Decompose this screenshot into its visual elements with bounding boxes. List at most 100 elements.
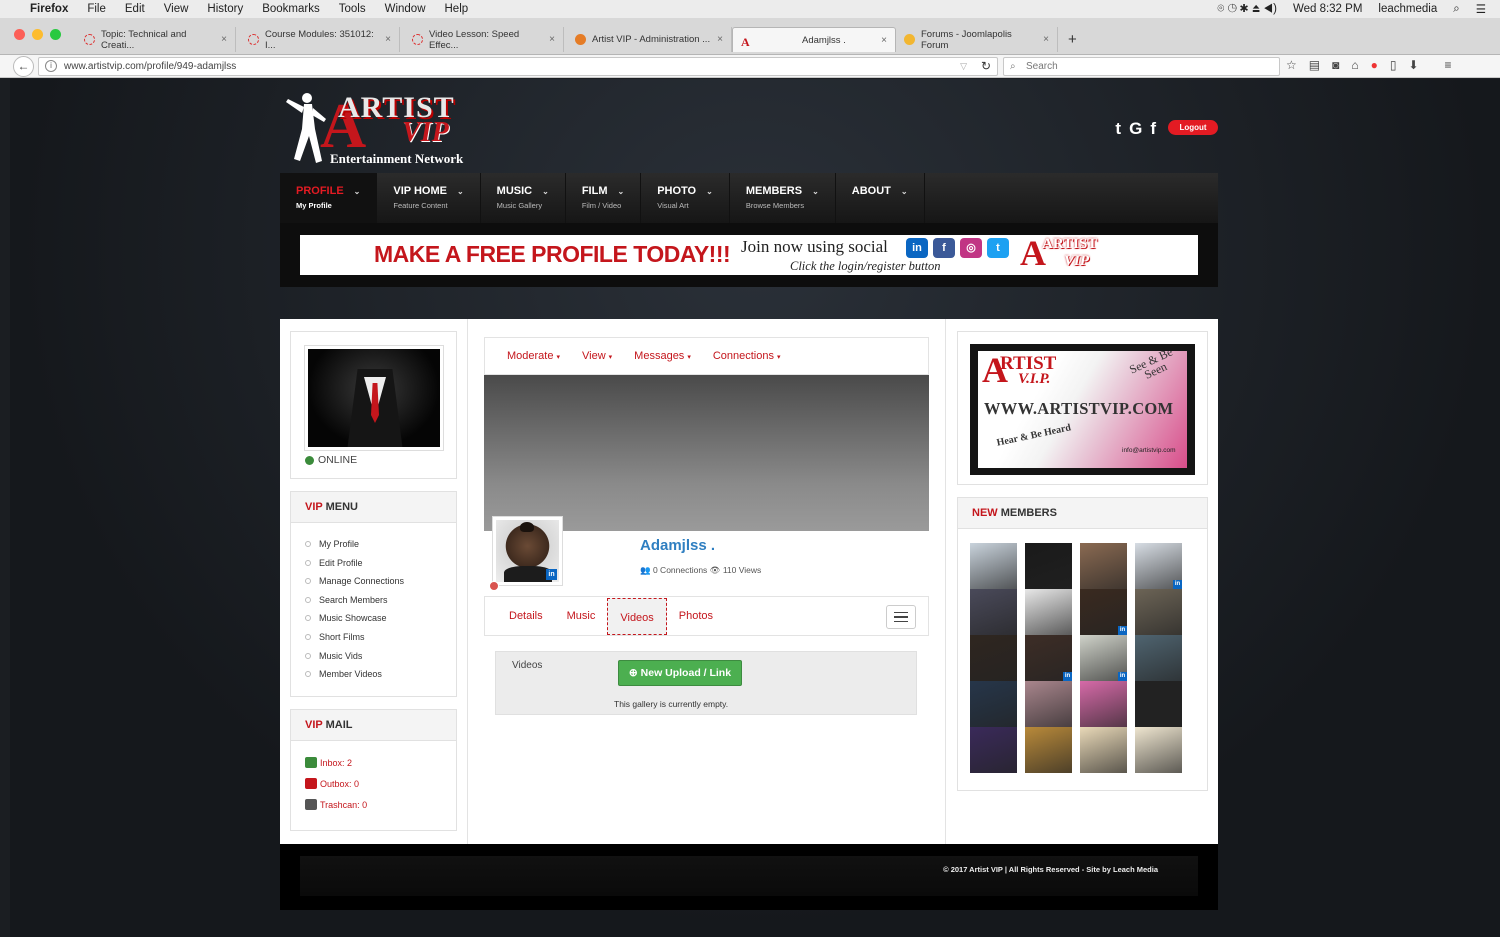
action-moderate[interactable]: Moderate ▾ bbox=[507, 350, 560, 374]
action-messages[interactable]: Messages ▾ bbox=[634, 350, 691, 374]
artistvip-advert[interactable]: A RTIST V.I.P. See & Be Seen WWW.ARTISTV… bbox=[970, 344, 1195, 475]
tabs-menu-button[interactable] bbox=[886, 605, 916, 629]
close-tab-icon[interactable]: × bbox=[717, 34, 723, 45]
nav-item-vip-home[interactable]: VIP HOME ⌄ Feature Content bbox=[377, 173, 481, 223]
new-tab-button[interactable]: + bbox=[1060, 27, 1084, 52]
browser-tab[interactable]: A Adamjlss . × bbox=[732, 27, 896, 52]
download-icon[interactable]: ⬇ bbox=[1408, 58, 1418, 72]
facebook-icon[interactable]: f bbox=[1150, 119, 1156, 139]
member-thumbnail[interactable]: in bbox=[1025, 635, 1072, 681]
member-thumbnail[interactable] bbox=[970, 635, 1017, 681]
nav-item-film[interactable]: FILM ⌄ Film / Video bbox=[566, 173, 642, 223]
vip-menu-item[interactable]: Search Members bbox=[305, 595, 456, 605]
clipboard-icon[interactable]: ▯ bbox=[1390, 58, 1397, 72]
reload-icon[interactable]: ↻ bbox=[981, 58, 991, 75]
user-avatar[interactable] bbox=[305, 346, 443, 450]
reader-icon[interactable]: ▤ bbox=[1309, 58, 1320, 72]
vip-menu-item[interactable]: Manage Connections bbox=[305, 576, 456, 586]
tab-videos[interactable]: Videos bbox=[607, 598, 667, 635]
vip-menu-item[interactable]: Music Showcase bbox=[305, 613, 456, 623]
member-thumbnail[interactable] bbox=[1135, 727, 1182, 773]
extension-icon[interactable]: ● bbox=[1371, 58, 1378, 72]
menu-view[interactable]: View bbox=[164, 3, 189, 15]
promo-banner[interactable]: MAKE A FREE PROFILE TODAY!!! Join now us… bbox=[300, 233, 1198, 275]
menu-tools[interactable]: Tools bbox=[339, 3, 366, 15]
menu-icon[interactable]: ≡ bbox=[1445, 58, 1452, 72]
menu-file[interactable]: File bbox=[87, 3, 106, 15]
address-bar[interactable]: i www.artistvip.com/profile/949-adamjlss… bbox=[38, 57, 998, 76]
search-box[interactable]: ⌕ Search bbox=[1003, 57, 1280, 76]
member-thumbnail[interactable] bbox=[1080, 727, 1127, 773]
menu-edit[interactable]: Edit bbox=[125, 3, 145, 15]
logout-button[interactable]: Logout bbox=[1168, 120, 1218, 135]
browser-tab[interactable]: Video Lesson: Speed Effec... × bbox=[404, 27, 564, 52]
close-tab-icon[interactable]: × bbox=[549, 34, 555, 45]
zoom-window-button[interactable] bbox=[50, 29, 61, 40]
close-window-button[interactable] bbox=[14, 29, 25, 40]
browser-tab[interactable]: Forums - Joomlapolis Forum × bbox=[896, 27, 1058, 52]
menu-history[interactable]: History bbox=[207, 3, 243, 15]
vip-menu-item[interactable]: My Profile bbox=[305, 539, 456, 549]
nav-item-about[interactable]: ABOUT ⌄ bbox=[836, 173, 925, 223]
app-menus: Firefox File Edit View History Bookmarks Tools… bbox=[30, 3, 468, 15]
member-thumbnail[interactable] bbox=[1025, 589, 1072, 635]
profile-picture[interactable]: in bbox=[492, 516, 563, 586]
member-thumbnail[interactable] bbox=[1025, 727, 1072, 773]
browser-tab[interactable]: Course Modules: 351012: I... × bbox=[240, 27, 400, 52]
member-thumbnail[interactable] bbox=[970, 543, 1017, 589]
action-connections[interactable]: Connections ▾ bbox=[713, 350, 781, 374]
minimize-window-button[interactable] bbox=[32, 29, 43, 40]
member-thumbnail[interactable] bbox=[1135, 681, 1182, 727]
member-thumbnail[interactable] bbox=[1080, 543, 1127, 589]
menu-help[interactable]: Help bbox=[445, 3, 469, 15]
member-thumbnail[interactable] bbox=[970, 681, 1017, 727]
back-button[interactable]: ← bbox=[13, 56, 34, 77]
menu-window[interactable]: Window bbox=[385, 3, 426, 15]
member-thumbnail[interactable] bbox=[970, 589, 1017, 635]
close-tab-icon[interactable]: × bbox=[385, 34, 391, 45]
member-thumbnail[interactable]: in bbox=[1080, 589, 1127, 635]
menu-bookmarks[interactable]: Bookmarks bbox=[262, 3, 320, 15]
home-icon[interactable]: ⌂ bbox=[1351, 58, 1358, 72]
member-thumbnail[interactable] bbox=[1025, 681, 1072, 727]
vip-menu-item[interactable]: Edit Profile bbox=[305, 558, 456, 568]
browser-tab[interactable]: Artist VIP - Administration ... × bbox=[567, 27, 732, 52]
close-tab-icon[interactable]: × bbox=[881, 35, 887, 46]
vip-menu-item[interactable]: Member Videos bbox=[305, 669, 456, 679]
nav-item-members[interactable]: MEMBERS ⌄ Browse Members bbox=[730, 173, 836, 223]
member-thumbnail[interactable] bbox=[970, 727, 1017, 773]
member-thumbnail[interactable]: in bbox=[1135, 543, 1182, 589]
tab-photos[interactable]: Photos bbox=[667, 597, 725, 635]
notification-list-icon[interactable]: ☰ bbox=[1476, 2, 1486, 16]
user-name[interactable]: leachmedia bbox=[1378, 3, 1437, 15]
site-info-icon[interactable]: i bbox=[45, 60, 57, 72]
google-icon[interactable]: G bbox=[1129, 119, 1142, 139]
member-thumbnail[interactable] bbox=[1080, 681, 1127, 727]
tab-details[interactable]: Details bbox=[497, 597, 555, 635]
member-thumbnail[interactable]: in bbox=[1080, 635, 1127, 681]
member-thumbnail[interactable] bbox=[1135, 589, 1182, 635]
pocket-icon[interactable]: ◙ bbox=[1332, 58, 1339, 72]
nav-item-music[interactable]: MUSIC ⌄ Music Gallery bbox=[481, 173, 566, 223]
spotlight-icon[interactable]: ⌕ bbox=[1453, 3, 1459, 16]
member-thumbnail[interactable] bbox=[1135, 635, 1182, 681]
vip-menu-item[interactable]: Music Vids bbox=[305, 651, 456, 661]
close-tab-icon[interactable]: × bbox=[1043, 34, 1049, 45]
browser-tab[interactable]: Topic: Technical and Creati... × bbox=[76, 27, 236, 52]
site-logo[interactable]: A ARTIST VIP Entertainment Network bbox=[280, 87, 480, 175]
member-thumbnail[interactable] bbox=[1025, 543, 1072, 589]
vip-menu-item[interactable]: Short Films bbox=[305, 632, 456, 642]
mail-item[interactable]: Trashcan: 0 bbox=[305, 799, 456, 810]
nav-item-profile[interactable]: PROFILE ⌄ My Profile bbox=[280, 173, 378, 223]
tumblr-icon[interactable]: t bbox=[1115, 119, 1121, 139]
bookmark-star-icon[interactable]: ☆ bbox=[1286, 58, 1297, 72]
new-upload-button[interactable]: ⊕ New Upload / Link bbox=[618, 660, 742, 686]
menu-app-firefox[interactable]: Firefox bbox=[30, 3, 68, 15]
nav-item-photo[interactable]: PHOTO ⌄ Visual Art bbox=[641, 173, 730, 223]
mail-item[interactable]: Outbox: 0 bbox=[305, 778, 456, 789]
action-view[interactable]: View ▾ bbox=[582, 350, 612, 374]
tab-music[interactable]: Music bbox=[555, 597, 608, 635]
close-tab-icon[interactable]: × bbox=[221, 34, 227, 45]
dropdown-icon[interactable]: ▽ bbox=[960, 58, 967, 75]
mail-item[interactable]: Inbox: 2 bbox=[305, 757, 456, 768]
